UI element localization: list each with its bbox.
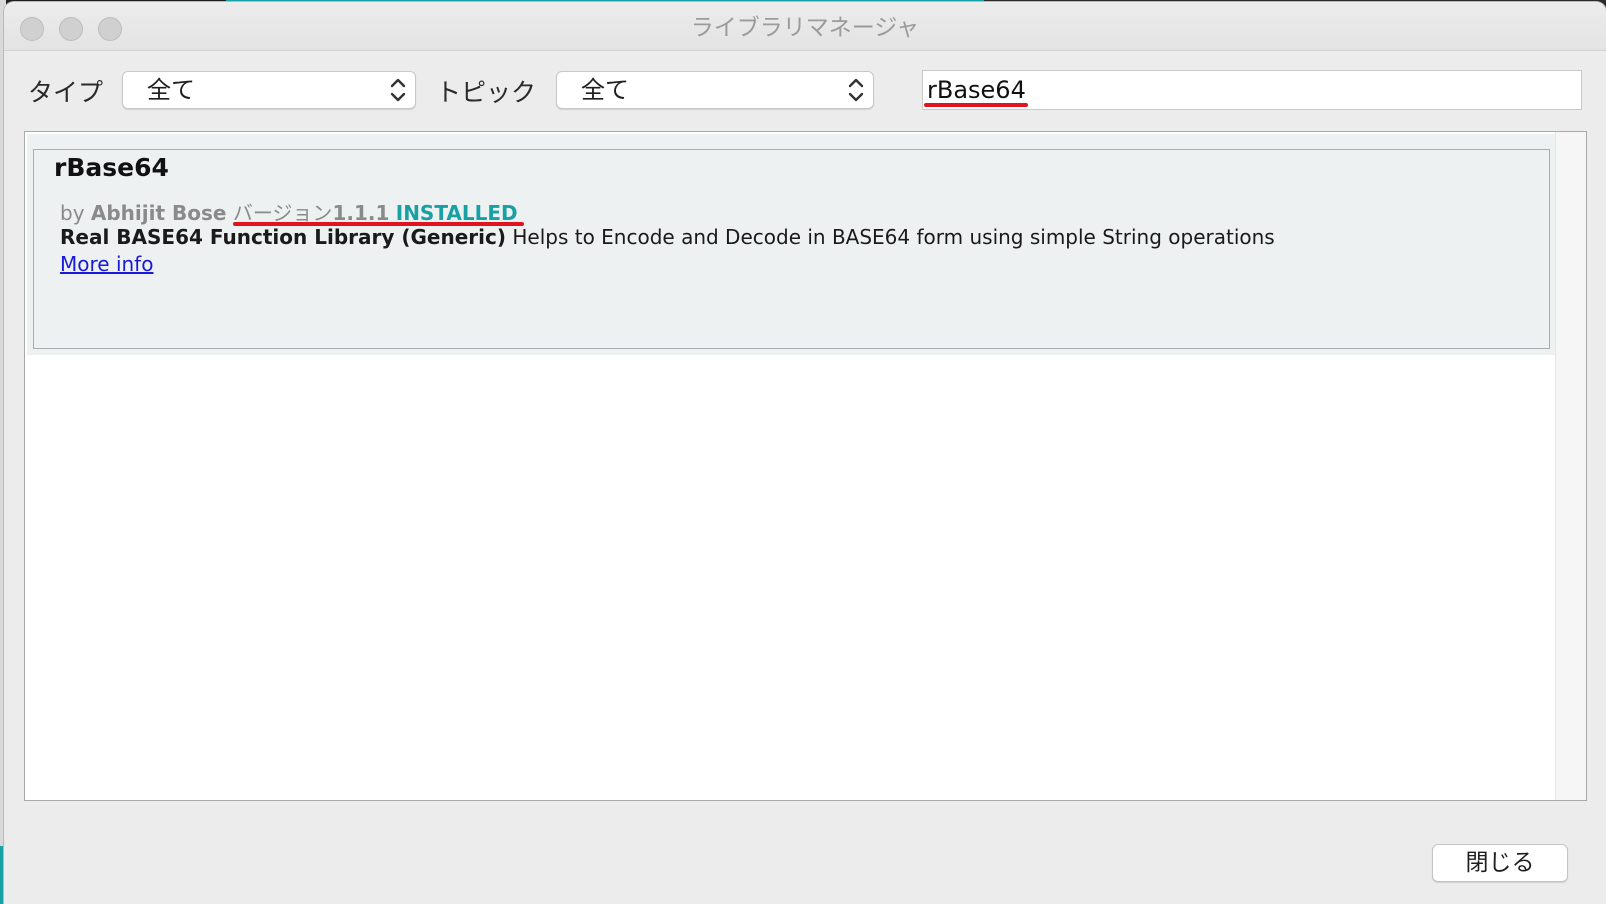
- more-info-link[interactable]: More info: [60, 252, 153, 276]
- type-label: タイプ: [28, 78, 104, 107]
- window-title: ライブラリマネージャ: [690, 15, 920, 41]
- library-item-frame: rBase64 by Abhijit Bose バージョン1.1.1 INSTA…: [33, 149, 1550, 349]
- library-description: Real BASE64 Function Library (Generic) H…: [60, 225, 1275, 249]
- updown-chevron-icon: [390, 78, 406, 102]
- type-select-value: 全て: [147, 76, 195, 104]
- search-annotation-underline: [924, 103, 1028, 107]
- topic-label: トピック: [436, 78, 537, 107]
- title-bar: ライブラリマネージャ: [4, 2, 1606, 51]
- library-summary: Helps to Encode and Decode in BASE64 for…: [512, 225, 1275, 249]
- scrollbar-track[interactable]: [1555, 132, 1586, 800]
- updown-chevron-icon: [848, 78, 864, 102]
- topic-select[interactable]: 全て: [556, 71, 874, 109]
- close-button[interactable]: 閉じる: [1432, 844, 1568, 882]
- library-name: rBase64: [50, 153, 175, 182]
- library-title: Real BASE64 Function Library (Generic): [60, 225, 506, 249]
- topic-select-value: 全て: [581, 76, 629, 104]
- library-list: rBase64 by Abhijit Bose バージョン1.1.1 INSTA…: [24, 131, 1587, 801]
- by-prefix: by: [60, 201, 85, 225]
- library-author: Abhijit Bose: [90, 201, 227, 225]
- type-select[interactable]: 全て: [122, 71, 416, 109]
- library-item[interactable]: rBase64 by Abhijit Bose バージョン1.1.1 INSTA…: [27, 134, 1556, 355]
